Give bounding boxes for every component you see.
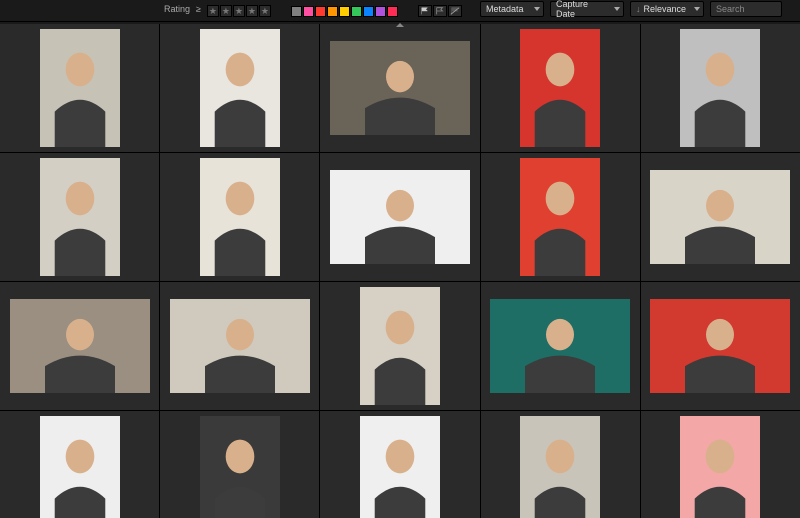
- thumbnail-image: [40, 29, 120, 147]
- thumbnail-image: [360, 287, 440, 405]
- thumbnail-image: [520, 158, 600, 276]
- thumbnail-cell[interactable]: [481, 24, 640, 152]
- thumbnail-image: [40, 158, 120, 276]
- filter-toolbar: Rating ≥ ★ ★ ★ ★ ★ Metadata Capture Date…: [0, 0, 800, 22]
- thumbnail-cell[interactable]: [320, 153, 479, 281]
- thumbnail-cell[interactable]: [0, 24, 159, 152]
- thumbnail-image: [330, 41, 470, 135]
- thumbnail-image: [680, 416, 760, 518]
- capture-date-dropdown-label: Capture Date: [556, 0, 609, 19]
- thumbnail-image: [40, 416, 120, 518]
- thumbnail-image: [520, 416, 600, 518]
- thumbnail-image: [520, 29, 600, 147]
- color-swatch-6[interactable]: [363, 6, 374, 17]
- thumbnail-cell[interactable]: [641, 153, 800, 281]
- thumbnail-image: [330, 170, 470, 264]
- rating-operator[interactable]: ≥: [196, 4, 201, 17]
- rating-star-group: ★ ★ ★ ★ ★: [207, 5, 271, 17]
- thumbnail-image: [650, 170, 790, 264]
- metadata-dropdown-label: Metadata: [486, 4, 524, 14]
- rating-star-3[interactable]: ★: [233, 5, 245, 17]
- sort-by-value: Relevance: [643, 4, 686, 14]
- thumbnail-cell[interactable]: [160, 153, 319, 281]
- thumbnail-cell[interactable]: [481, 411, 640, 518]
- color-label-swatches: [291, 6, 398, 17]
- toolbar-collapse-handle[interactable]: [386, 22, 414, 28]
- rating-star-5[interactable]: ★: [259, 5, 271, 17]
- thumbnail-cell[interactable]: [160, 282, 319, 410]
- flag-reject-button[interactable]: [448, 5, 462, 17]
- thumbnail-cell[interactable]: [160, 411, 319, 518]
- thumbnail-grid-viewport[interactable]: [0, 24, 800, 518]
- thumbnail-image: [10, 299, 150, 393]
- thumbnail-image: [680, 29, 760, 147]
- color-swatch-5[interactable]: [351, 6, 362, 17]
- thumbnail-image: [650, 299, 790, 393]
- color-swatch-1[interactable]: [303, 6, 314, 17]
- thumbnail-cell[interactable]: [0, 282, 159, 410]
- chevron-down-icon: [694, 7, 700, 11]
- color-swatch-4[interactable]: [339, 6, 350, 17]
- thumbnail-image: [360, 416, 440, 518]
- thumbnail-cell[interactable]: [320, 24, 479, 152]
- chevron-down-icon: [614, 7, 620, 11]
- thumbnail-grid: [0, 24, 800, 518]
- thumbnail-cell[interactable]: [0, 153, 159, 281]
- thumbnail-image: [200, 158, 280, 276]
- color-swatch-2[interactable]: [315, 6, 326, 17]
- thumbnail-cell[interactable]: [481, 153, 640, 281]
- thumbnail-cell[interactable]: [320, 282, 479, 410]
- thumbnail-image: [200, 416, 280, 518]
- thumbnail-cell[interactable]: [641, 411, 800, 518]
- thumbnail-image: [200, 29, 280, 147]
- thumbnail-cell[interactable]: [320, 411, 479, 518]
- thumbnail-image: [170, 299, 310, 393]
- color-swatch-3[interactable]: [327, 6, 338, 17]
- thumbnail-cell[interactable]: [160, 24, 319, 152]
- rating-star-4[interactable]: ★: [246, 5, 258, 17]
- color-swatch-7[interactable]: [375, 6, 386, 17]
- color-swatch-8[interactable]: [387, 6, 398, 17]
- thumbnail-cell[interactable]: [481, 282, 640, 410]
- thumbnail-cell[interactable]: [641, 282, 800, 410]
- search-input[interactable]: [710, 1, 782, 17]
- flag-filter-group: [418, 5, 462, 17]
- rating-star-2[interactable]: ★: [220, 5, 232, 17]
- flag-unflagged-button[interactable]: [433, 5, 447, 17]
- sort-by-group: Sort By ↓ Relevance: [630, 0, 704, 17]
- thumbnail-cell[interactable]: [0, 411, 159, 518]
- thumbnail-cell[interactable]: [641, 24, 800, 152]
- rating-label: Rating: [164, 4, 190, 17]
- color-swatch-0[interactable]: [291, 6, 302, 17]
- capture-date-dropdown[interactable]: Capture Date: [550, 1, 624, 17]
- sort-by-dropdown[interactable]: ↓ Relevance: [630, 1, 704, 17]
- sort-direction-icon: ↓: [636, 4, 641, 14]
- rating-star-1[interactable]: ★: [207, 5, 219, 17]
- chevron-up-icon: [396, 23, 404, 27]
- thumbnail-image: [490, 299, 630, 393]
- flag-pick-button[interactable]: [418, 5, 432, 17]
- metadata-dropdown[interactable]: Metadata: [480, 1, 544, 17]
- chevron-down-icon: [534, 7, 540, 11]
